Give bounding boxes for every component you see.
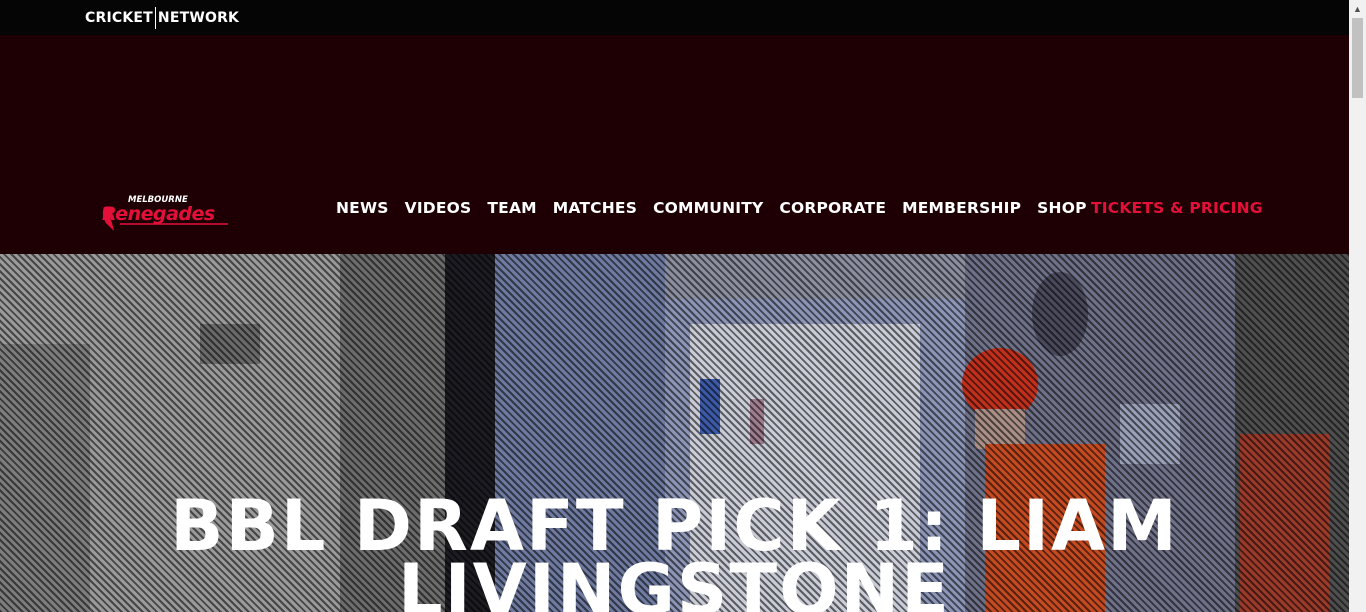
cricket-network-logo-right: NETWORK	[157, 10, 240, 26]
hero-banner: BBL DRAFT PICK 1: LIAM LIVINGSTONE	[0, 254, 1349, 612]
scroll-up-arrow-icon[interactable]: ▲	[1349, 0, 1366, 17]
logo-divider	[154, 7, 156, 29]
scroll-thumb[interactable]	[1352, 18, 1363, 98]
nav-news[interactable]: NEWS	[336, 199, 389, 217]
main-nav: NEWS VIDEOS TEAM MATCHES COMMUNITY CORPO…	[336, 197, 1103, 219]
tickets-pricing-link[interactable]: TICKETS & PRICING	[1091, 197, 1263, 219]
nav-matches[interactable]: MATCHES	[553, 199, 637, 217]
nav-community[interactable]: COMMUNITY	[653, 199, 763, 217]
nav-videos[interactable]: VIDEOS	[405, 199, 472, 217]
cricket-network-logo[interactable]: CRICKET NETWORK	[85, 7, 239, 29]
site-header: MELBOURNE Renegades NEWS VIDEOS TEAM MAT…	[0, 35, 1349, 254]
nav-corporate[interactable]: CORPORATE	[779, 199, 886, 217]
cricket-network-bar: CRICKET NETWORK	[0, 0, 1349, 35]
nav-team[interactable]: TEAM	[487, 199, 536, 217]
nav-membership[interactable]: MEMBERSHIP	[902, 199, 1021, 217]
hero-title[interactable]: BBL DRAFT PICK 1: LIAM LIVINGSTONE	[0, 491, 1349, 612]
nav-shop[interactable]: SHOP	[1037, 199, 1086, 217]
logo-line2: Renegades	[102, 203, 215, 225]
melbourne-renegades-logo[interactable]: MELBOURNE Renegades	[100, 193, 230, 233]
cricket-network-logo-left: CRICKET	[85, 10, 153, 26]
page-scrollbar[interactable]: ▲	[1349, 0, 1366, 612]
